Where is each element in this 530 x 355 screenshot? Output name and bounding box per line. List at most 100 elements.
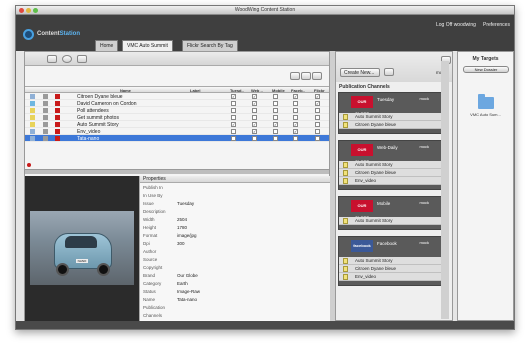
channel-checkbox[interactable] [293,101,298,106]
preferences-link[interactable]: Preferences [483,22,510,28]
property-value[interactable]: 300 [177,241,185,246]
status-dot-icon[interactable] [27,163,31,167]
channel-checkbox[interactable] [273,101,278,106]
property-label: Brand [143,273,156,278]
property-value[interactable]: Tata-nano [177,297,197,302]
channel-checkbox[interactable] [293,136,298,141]
horizontal-splitter[interactable] [25,169,329,174]
table-row[interactable]: Auto Summit Story ✓ ✓ ✓ ✓ [25,121,329,128]
channel-item[interactable]: Citroen Dyane bleue [339,265,441,273]
channel-item[interactable]: Citroen Dyane bleue [339,121,441,129]
channel-item[interactable]: Env_video [339,273,441,281]
properties-title: Properties [140,176,330,183]
mock-label[interactable]: mock [419,240,429,245]
channel-item[interactable]: Env_video [339,177,441,185]
property-label: Issue [143,201,154,206]
property-value[interactable]: Tuesday [177,201,194,206]
file-type-icon [30,94,35,99]
folder-icon[interactable] [478,97,494,109]
channel-checkbox[interactable]: ✓ [252,94,257,99]
channel-item[interactable]: Auto Summit Story [339,161,441,169]
channel-checkbox[interactable] [273,115,278,120]
channel-checkbox[interactable] [315,108,320,113]
channel-checkbox[interactable]: ✓ [315,94,320,99]
channel-checkbox[interactable]: ✓ [293,94,298,99]
channel-checkbox[interactable] [273,129,278,134]
status-flag-icon [55,136,60,141]
list-view-button[interactable] [47,55,57,63]
table-row[interactable]: Poll attendees [25,107,329,114]
channel-checkbox[interactable] [315,122,320,127]
channel-header: OUR GLOBE Mobile mock [339,197,441,220]
channel-checkbox[interactable] [273,94,278,99]
property-value[interactable]: 1780 [177,225,187,230]
channel-checkbox[interactable]: ✓ [293,122,298,127]
channel-item[interactable]: Citroen Dyane bleue [339,169,441,177]
mail-button[interactable] [77,55,87,63]
channel-checkbox[interactable]: ✓ [231,122,236,127]
property-value[interactable]: 2504 [177,217,187,222]
target-folder-label[interactable]: VMC Auto Sum... [458,112,513,117]
tab-home[interactable]: Home [95,40,119,51]
property-value[interactable]: Earth [177,281,188,286]
property-value[interactable]: image/jpg [177,233,197,238]
channel-checkbox[interactable]: ✓ [315,101,320,106]
channel-checkbox[interactable]: ✓ [252,101,257,106]
property-label: Category [143,281,162,286]
channel-checkbox[interactable]: ✓ [273,122,278,127]
channel-checkbox[interactable]: ✓ [252,122,257,127]
channel-checkbox[interactable] [273,136,278,141]
property-label: Channels [143,313,163,318]
channel-header: OUR GLOBE Tuesday mock [339,93,441,116]
channel-checkbox[interactable] [252,115,257,120]
channel-checkbox[interactable] [293,108,298,113]
grid-view-button[interactable] [301,72,311,80]
table-row[interactable]: Env_video ✓ ✓ [25,128,329,135]
status-flag-icon [55,94,60,99]
channel-item[interactable]: Auto Summit Story [339,113,441,121]
channel-checkbox[interactable] [252,136,257,141]
channels-scrollbar[interactable] [441,61,449,319]
create-new-button[interactable]: Create New... [340,68,380,77]
tab-flickr-search[interactable]: Flickr Search By Tag [182,40,238,51]
app-logo-text: ContentStation [37,31,81,37]
status-flag-icon [55,129,60,134]
channel-item[interactable]: Auto Summit Story [339,257,441,265]
mock-label[interactable]: mock [419,96,429,101]
channel-checkbox[interactable]: ✓ [231,94,236,99]
table-row[interactable]: Tata-nano [25,135,329,142]
article-icon [343,266,348,272]
channel-checkbox[interactable] [231,136,236,141]
channel-checkbox[interactable]: ✓ [293,129,298,134]
property-value[interactable]: Image-Raw [177,289,200,294]
channel-checkbox[interactable] [315,129,320,134]
thumb-view-button[interactable] [312,72,322,80]
table-row[interactable]: David Cameron on Cordon ✓ ✓ [25,100,329,107]
channel-item-label: Citroen Dyane bleue [355,266,397,271]
new-dossier-button[interactable]: New Dossier [463,66,509,73]
channel-checkbox[interactable] [231,129,236,134]
logoff-link[interactable]: Log Off woodwing [436,22,476,28]
table-row[interactable]: Citroen Dyane bleue ✓ ✓ ✓ ✓ [25,93,329,100]
channel-checkbox[interactable] [293,115,298,120]
property-label: Publication [143,305,166,310]
mock-label[interactable]: mock [419,144,429,149]
filter-button[interactable] [290,72,300,80]
mock-label[interactable]: mock [419,200,429,205]
channel-checkbox[interactable] [252,108,257,113]
channel-checkbox[interactable]: ✓ [252,129,257,134]
channel-checkbox[interactable] [231,101,236,106]
channel-checkbox[interactable] [231,115,236,120]
status-flag-icon [55,108,60,113]
channel-checkbox[interactable] [315,115,320,120]
table-row[interactable]: Get summit photos [25,114,329,121]
channel-checkbox[interactable] [315,136,320,141]
channel-checkbox[interactable] [273,108,278,113]
row-name: Tata-nano [77,136,100,142]
channel-item[interactable]: Auto Summit Story [339,217,441,225]
channel-checkbox[interactable] [231,108,236,113]
channel-action-button[interactable] [384,68,394,76]
property-value[interactable]: Our Globe [177,273,198,278]
channel-item-label: Env_video [355,178,377,183]
info-button[interactable] [62,55,72,63]
